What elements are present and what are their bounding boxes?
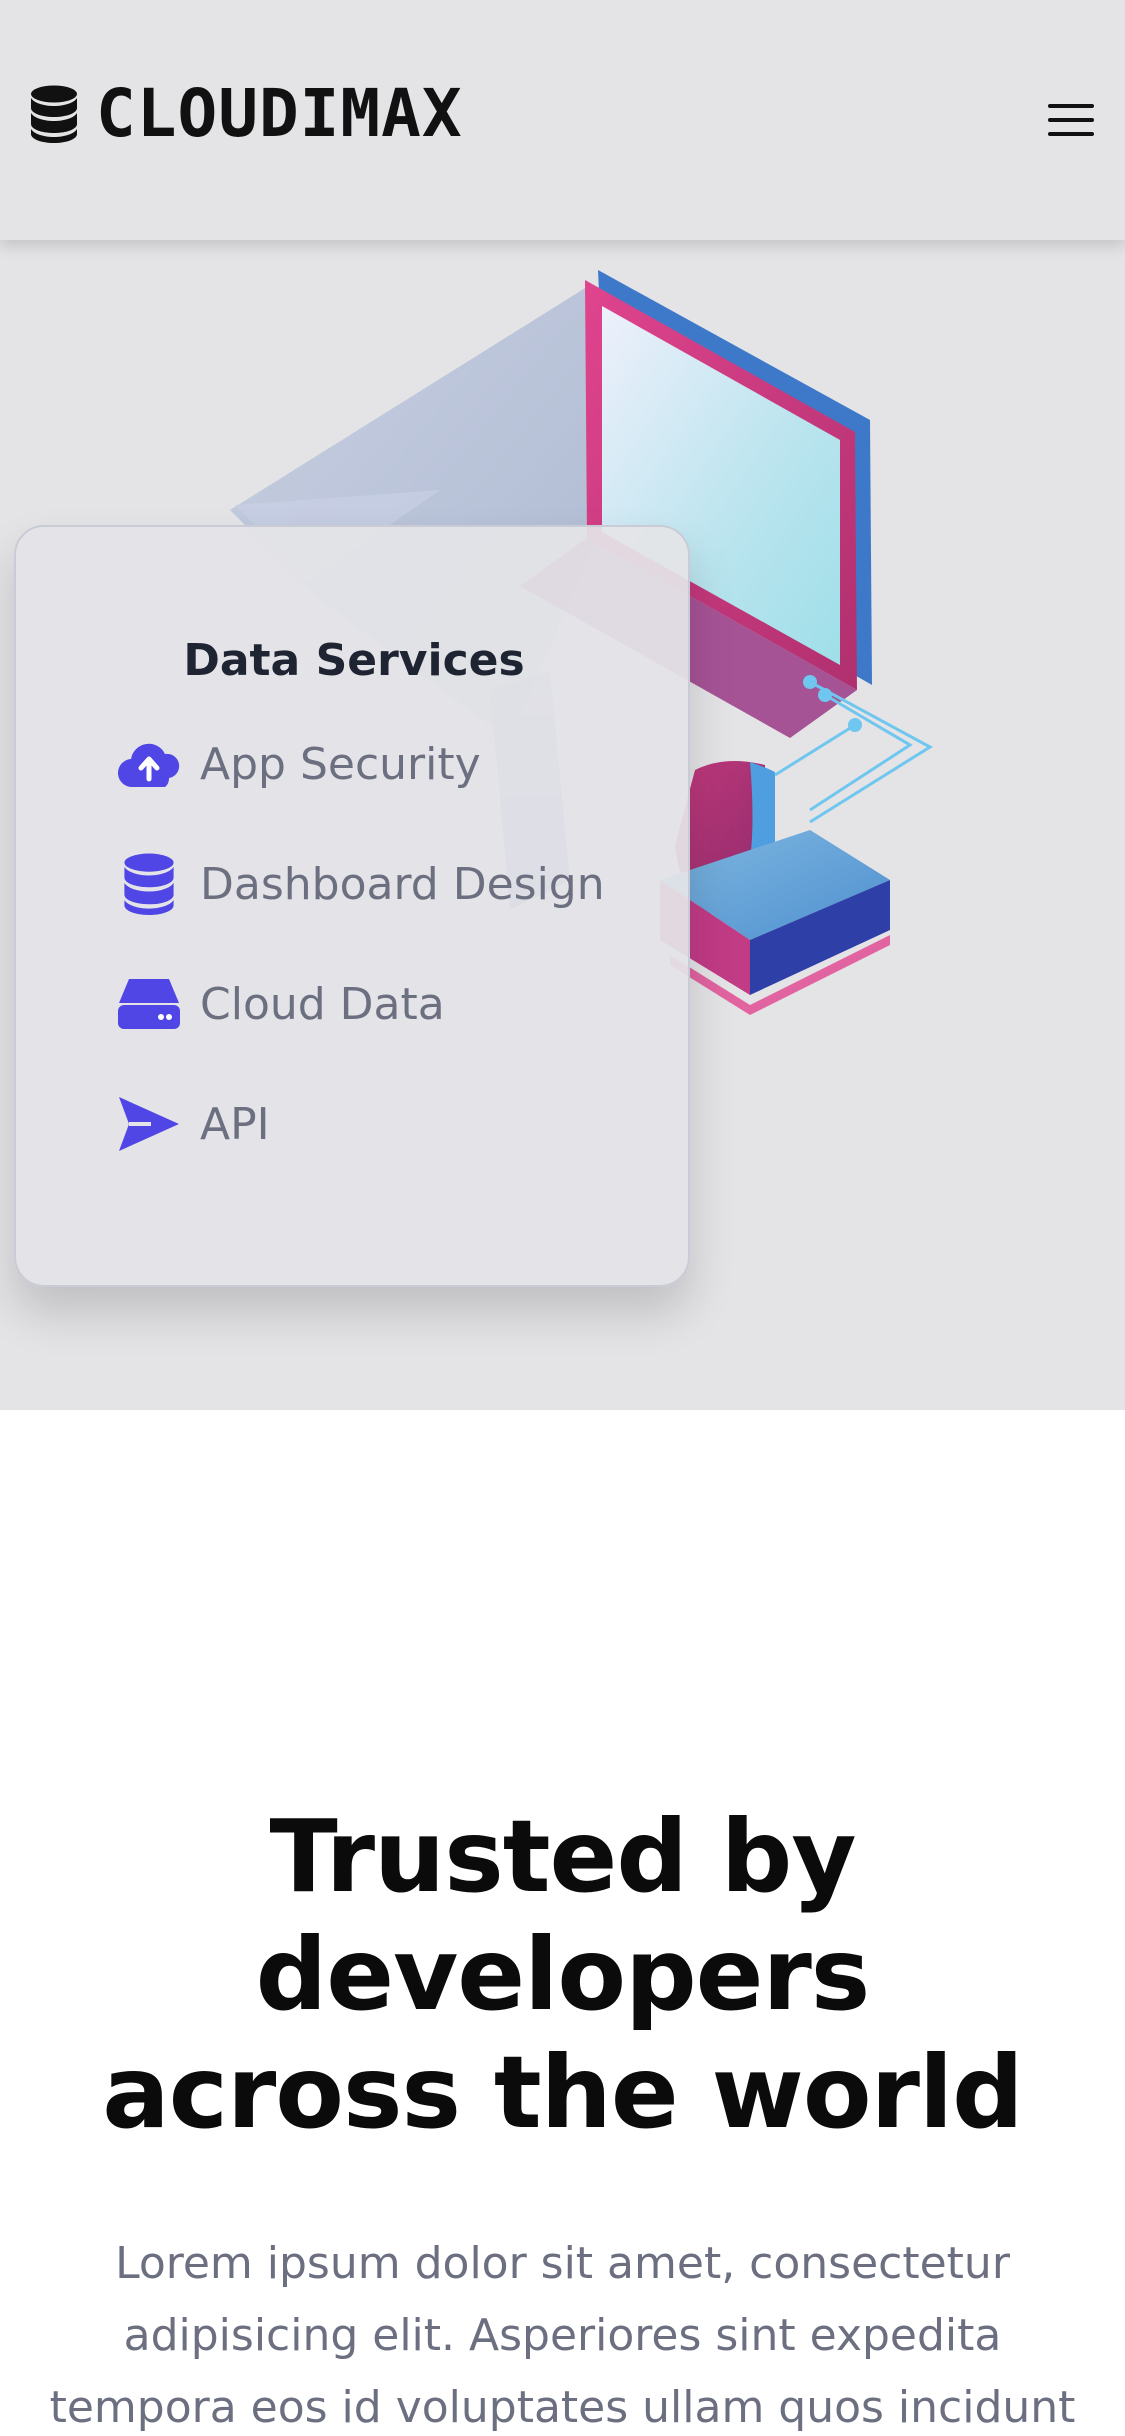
hamburger-menu-icon[interactable] <box>1048 104 1094 138</box>
service-app-security[interactable]: App Security <box>116 735 481 793</box>
service-cloud-data[interactable]: Cloud Data <box>116 975 445 1033</box>
service-label: API <box>200 1098 270 1150</box>
service-label: App Security <box>200 738 481 790</box>
cloud-upload-icon <box>116 735 182 793</box>
card-title: Data Services <box>183 635 525 686</box>
database-icon <box>116 853 182 915</box>
section-heading: Trusted by developers across the world <box>102 1798 1024 2151</box>
brand-name: CLOUDIMAX <box>96 75 463 152</box>
trusted-section: Trusted by developers across the world L… <box>0 1410 1125 2436</box>
hero-section: Data Services App Security Dashboard Des… <box>0 240 1125 1410</box>
site-header: CLOUDIMAX <box>0 0 1125 240</box>
service-api[interactable]: API <box>116 1095 270 1153</box>
data-services-card: Data Services App Security Dashboard Des… <box>14 525 690 1287</box>
hard-drive-icon <box>116 975 182 1033</box>
service-dashboard-design[interactable]: Dashboard Design <box>116 853 605 915</box>
brand-logo[interactable]: CLOUDIMAX <box>30 78 463 150</box>
paper-plane-icon <box>116 1095 182 1153</box>
service-label: Dashboard Design <box>200 858 605 910</box>
database-icon <box>31 85 77 143</box>
section-description: Lorem ipsum dolor sit amet, consectetur … <box>49 2238 1076 2433</box>
service-label: Cloud Data <box>200 978 445 1030</box>
